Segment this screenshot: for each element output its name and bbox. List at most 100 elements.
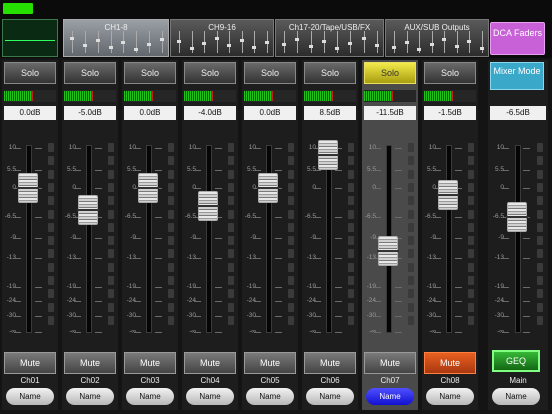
mixer-mode-button[interactable]: Mixer Mode — [490, 62, 544, 90]
channel-label: Ch01 — [20, 376, 40, 385]
name-button[interactable]: Name — [6, 388, 54, 405]
mute-button[interactable]: Mute — [124, 352, 176, 374]
name-button[interactable]: Name — [66, 388, 114, 405]
level-led — [408, 182, 414, 192]
level-led — [48, 156, 54, 166]
channel-label: Ch05 — [260, 376, 280, 385]
level-led — [48, 169, 54, 179]
level-led — [168, 209, 174, 219]
scale-label: -19 — [126, 283, 136, 290]
main-name-button[interactable]: Name — [492, 388, 540, 405]
mute-button[interactable]: Mute — [4, 352, 56, 374]
fader-knob[interactable] — [257, 173, 279, 203]
name-button[interactable]: Name — [306, 388, 354, 405]
level-led — [108, 196, 114, 206]
scale-tick — [314, 238, 321, 239]
solo-button[interactable]: Solo — [244, 62, 296, 84]
scale-tick — [335, 238, 342, 239]
bank-tab-4[interactable]: AUX/SUB Outputs — [385, 19, 489, 57]
mute-button[interactable]: Mute — [244, 352, 296, 374]
mute-button[interactable]: Mute — [184, 352, 236, 374]
level-led — [537, 315, 543, 325]
scale-tick — [455, 301, 462, 302]
solo-button[interactable]: Solo — [364, 62, 416, 84]
scale-tick — [155, 217, 162, 218]
level-led — [288, 196, 294, 206]
level-led — [228, 143, 234, 152]
gain-value: 0.0dB — [244, 106, 296, 120]
scale-label: 5.5 — [186, 166, 196, 173]
channel-label: Ch03 — [140, 376, 160, 385]
scale-tick — [455, 258, 462, 259]
fader-knob[interactable] — [77, 195, 99, 226]
main-fader-knob[interactable] — [506, 202, 528, 232]
level-led — [288, 302, 294, 312]
level-led — [48, 262, 54, 272]
bank-tab-1[interactable]: CH1-8 — [63, 19, 169, 57]
scale-tick — [314, 332, 321, 333]
scale-tick — [35, 217, 42, 218]
scale-tick — [74, 170, 81, 171]
level-led — [537, 143, 543, 152]
name-button[interactable]: Name — [186, 388, 234, 405]
scale-label: 5.5 — [246, 166, 256, 173]
level-led — [537, 196, 543, 206]
scale-tick — [194, 316, 201, 317]
solo-button[interactable]: Solo — [424, 62, 476, 84]
level-meter-peak — [210, 91, 213, 101]
scale-label: -9 — [356, 234, 376, 241]
fader-knob[interactable] — [17, 173, 39, 203]
name-button[interactable]: Name — [246, 388, 294, 405]
fader-knob[interactable] — [377, 235, 399, 266]
solo-button[interactable]: Solo — [4, 62, 56, 84]
fader-knob[interactable] — [437, 179, 459, 210]
solo-button[interactable]: Solo — [304, 62, 356, 84]
solo-button[interactable]: Solo — [184, 62, 236, 84]
scale-tick — [155, 148, 162, 149]
dca-faders-button[interactable]: DCA Faders — [490, 22, 545, 55]
bank-tab-3[interactable]: Ch17-20/Tape/USB/FX — [275, 19, 384, 57]
fader-knob[interactable] — [317, 140, 339, 171]
level-led — [48, 302, 54, 312]
mute-button[interactable]: Mute — [304, 352, 356, 374]
scale-tick — [215, 301, 222, 302]
scale-tick — [523, 316, 530, 317]
scale-label: 0 — [356, 184, 376, 191]
scale-tick — [35, 301, 42, 302]
level-meter-fill — [304, 91, 333, 101]
name-button[interactable]: Name — [126, 388, 174, 405]
level-led — [288, 276, 294, 285]
level-led — [228, 249, 234, 259]
level-meter-peak — [270, 91, 273, 101]
scale-tick — [194, 188, 201, 189]
scale-label: 10 — [368, 144, 376, 151]
mute-button[interactable]: Mute — [364, 352, 416, 374]
mini-fader-preview — [280, 31, 379, 53]
scale-tick — [314, 316, 321, 317]
level-meter — [304, 90, 356, 102]
level-led — [468, 289, 474, 299]
geq-button[interactable]: GEQ — [492, 350, 540, 372]
scale-label: -19 — [246, 283, 256, 290]
bank-tab-2[interactable]: CH9-16 — [170, 19, 274, 57]
channel-strip-ch05: Solo0.0dB105.50-6.5-9-13-19-24-30-∞MuteC… — [242, 60, 298, 410]
scale-tick — [74, 316, 81, 317]
scale-label: 0 — [236, 184, 256, 191]
fader-knob[interactable] — [197, 190, 219, 221]
name-button[interactable]: Name — [426, 388, 474, 405]
name-button[interactable]: Name — [366, 388, 414, 405]
level-led — [108, 236, 114, 246]
scale-label: -24 — [246, 297, 256, 304]
fader-knob[interactable] — [137, 173, 159, 203]
scale-tick — [395, 170, 402, 171]
overview-thumbnail[interactable] — [2, 19, 58, 57]
solo-button[interactable]: Solo — [64, 62, 116, 84]
mute-button[interactable]: Mute — [64, 352, 116, 374]
level-led — [168, 196, 174, 206]
mute-button[interactable]: Mute — [424, 352, 476, 374]
scale-label: -6.5 — [124, 213, 136, 220]
level-led — [228, 156, 234, 166]
scale-tick — [374, 170, 381, 171]
scale-tick — [523, 332, 530, 333]
solo-button[interactable]: Solo — [124, 62, 176, 84]
